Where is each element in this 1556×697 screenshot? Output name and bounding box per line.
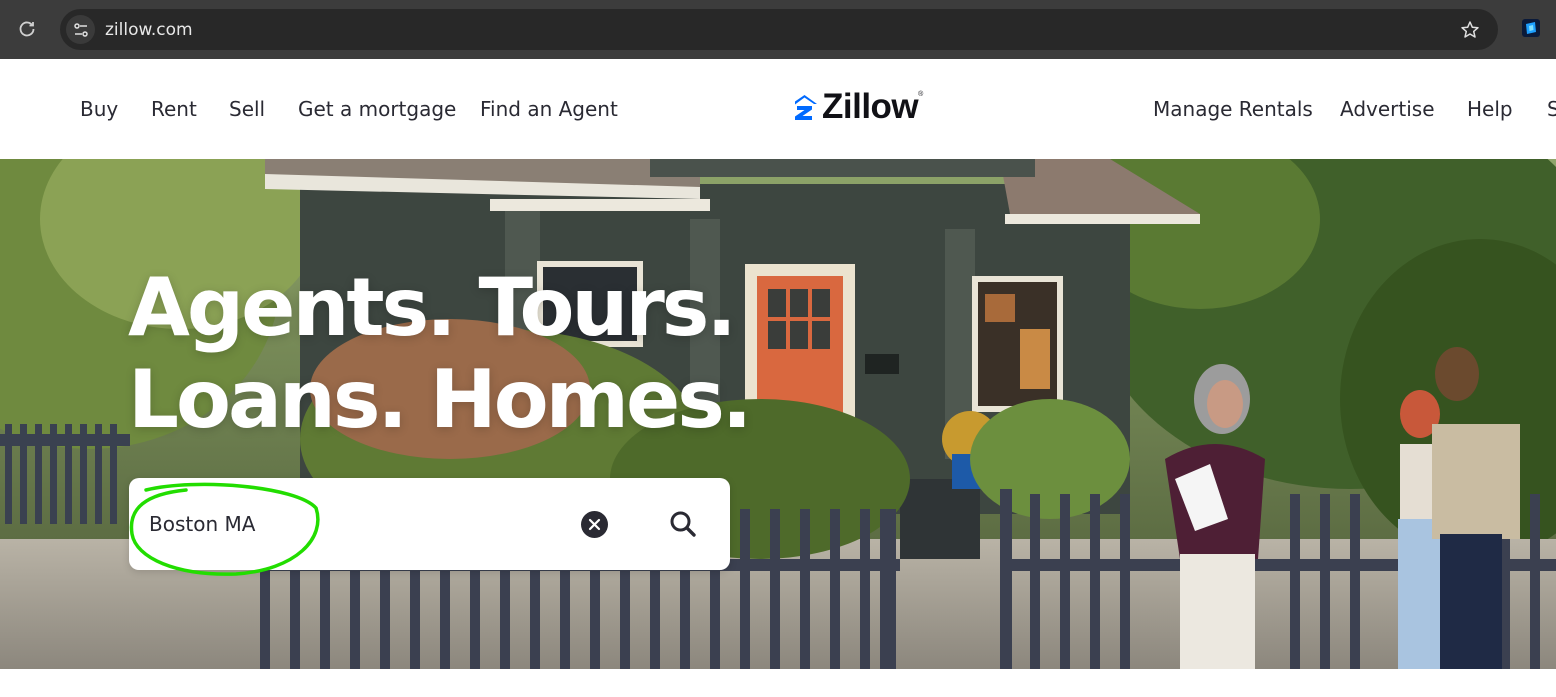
nav-manage-rentals[interactable]: Manage Rentals [1153,97,1313,121]
search-box [129,478,730,570]
clear-icon[interactable] [581,511,608,538]
nav-help[interactable]: Help [1467,97,1513,121]
address-bar[interactable]: zillow.com [60,9,1498,50]
hero-headline: Agents. Tours. Loans. Homes. [128,261,752,446]
hero-headline-line-2: Loans. Homes. [128,353,752,446]
nav-get-a-mortgage[interactable]: Get a mortgage [298,97,456,121]
page-bottom-area [0,669,1556,697]
browser-toolbar: zillow.com [0,0,1556,59]
site-header: Buy Rent Sell Get a mortgage Find an Age… [0,59,1556,159]
url-text[interactable]: zillow.com [105,20,193,40]
logo-wordmark: Zillow [822,87,919,126]
star-icon[interactable] [1458,18,1482,42]
site-settings-icon[interactable] [66,15,95,44]
nav-find-an-agent[interactable]: Find an Agent [480,97,618,121]
zillow-logo[interactable]: Zillow ® [790,87,923,127]
hero-headline-line-1: Agents. Tours. [128,261,737,354]
search-input[interactable] [149,508,569,540]
hero-banner: Agents. Tours. Loans. Homes. [0,159,1556,669]
logo-registered-mark: ® [918,91,924,98]
nav-rent[interactable]: Rent [151,97,197,121]
reload-icon[interactable] [14,16,40,42]
nav-advertise[interactable]: Advertise [1340,97,1435,121]
extension-icon[interactable] [1520,17,1542,39]
nav-sign-in[interactable]: Sign In [1547,97,1556,121]
nav-sell[interactable]: Sell [229,97,265,121]
nav-buy[interactable]: Buy [80,97,118,121]
zillow-logo-icon [795,94,817,120]
search-icon[interactable] [667,508,699,540]
